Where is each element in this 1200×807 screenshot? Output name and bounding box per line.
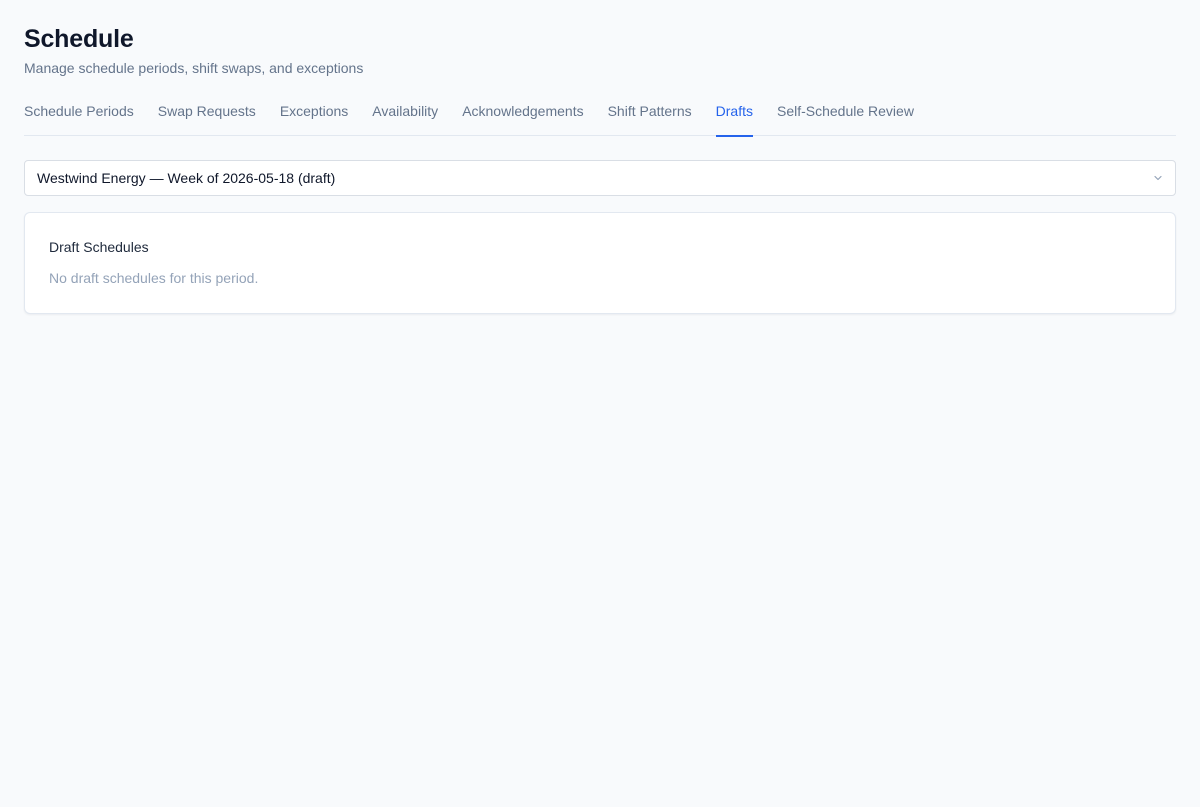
page-title: Schedule	[24, 25, 134, 53]
tab-bar: Schedule Periods Swap Requests Exception…	[24, 96, 1176, 137]
page-subtitle: Manage schedule periods, shift swaps, an…	[24, 60, 364, 76]
draft-schedules-card: Draft Schedules No draft schedules for t…	[24, 212, 1176, 314]
schedule-page: Schedule Manage schedule periods, shift …	[0, 0, 1200, 807]
empty-state-message: No draft schedules for this period.	[49, 270, 259, 286]
tab-acknowledgements[interactable]: Acknowledgements	[462, 96, 583, 136]
tab-availability[interactable]: Availability	[372, 96, 438, 136]
period-select-value: Westwind Energy — Week of 2026-05-18 (dr…	[37, 170, 336, 186]
chevron-down-icon	[1153, 173, 1163, 183]
card-title: Draft Schedules	[49, 239, 149, 255]
tab-shift-patterns[interactable]: Shift Patterns	[608, 96, 692, 136]
tab-swap-requests[interactable]: Swap Requests	[158, 96, 256, 136]
tab-schedule-periods[interactable]: Schedule Periods	[24, 96, 134, 136]
tab-exceptions[interactable]: Exceptions	[280, 96, 348, 136]
tab-self-schedule-review[interactable]: Self-Schedule Review	[777, 96, 914, 136]
period-select[interactable]: Westwind Energy — Week of 2026-05-18 (dr…	[24, 160, 1176, 196]
tab-drafts[interactable]: Drafts	[715, 96, 754, 137]
